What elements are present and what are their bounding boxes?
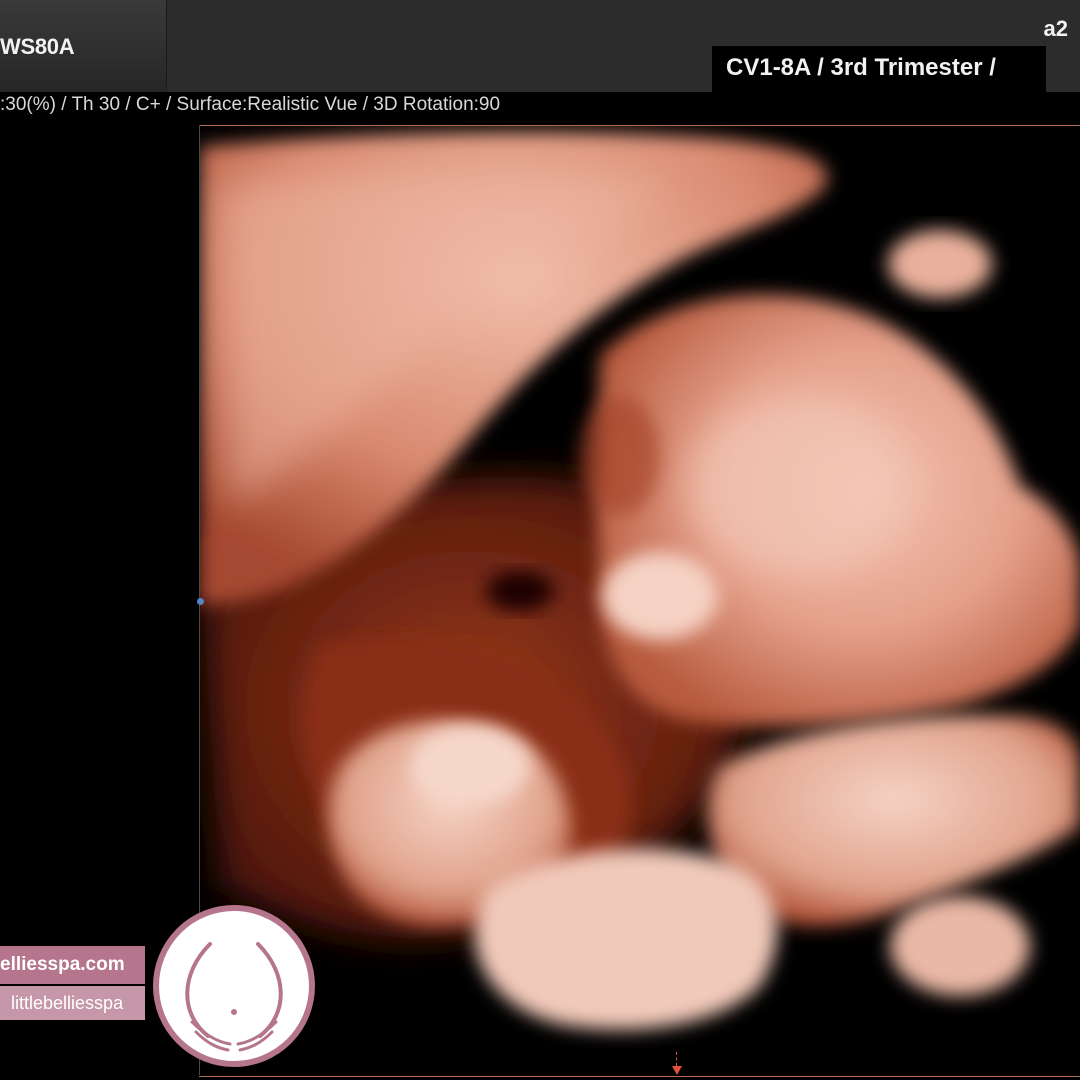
pregnant-belly-hands-icon xyxy=(152,904,316,1068)
3d-render-viewport xyxy=(200,125,1080,1078)
watermark-website: elliesspa.com xyxy=(0,946,145,984)
header-right-label: a2 xyxy=(1043,16,1068,41)
imaging-parameters-bar: :30(%) / Th 30 / C+ / Surface:Realistic … xyxy=(0,92,1080,124)
watermark-website-text: elliesspa.com xyxy=(0,954,125,975)
device-model-label: WS80A xyxy=(0,34,75,59)
model-tab: WS80A xyxy=(0,0,167,92)
left-orientation-marker xyxy=(197,598,204,605)
ultrasound-screen: WS80A a2 CV1-8A / 3rd Trimester / :30(%)… xyxy=(0,0,1080,1080)
bottom-depth-marker-line xyxy=(676,1052,678,1066)
probe-preset-label: CV1-8A / 3rd Trimester / xyxy=(712,46,1046,92)
3d-fetal-face-render xyxy=(200,131,1080,1078)
bottom-depth-marker-arrow xyxy=(672,1066,682,1075)
watermark-social: littlebelliesspa xyxy=(0,986,145,1020)
watermark-social-text: littlebelliesspa xyxy=(11,993,124,1013)
header-bar: WS80A a2 CV1-8A / 3rd Trimester / xyxy=(0,0,1080,92)
viewport-bottom-border xyxy=(199,1076,1080,1077)
imaging-parameters-text: :30(%) / Th 30 / C+ / Surface:Realistic … xyxy=(0,94,501,115)
